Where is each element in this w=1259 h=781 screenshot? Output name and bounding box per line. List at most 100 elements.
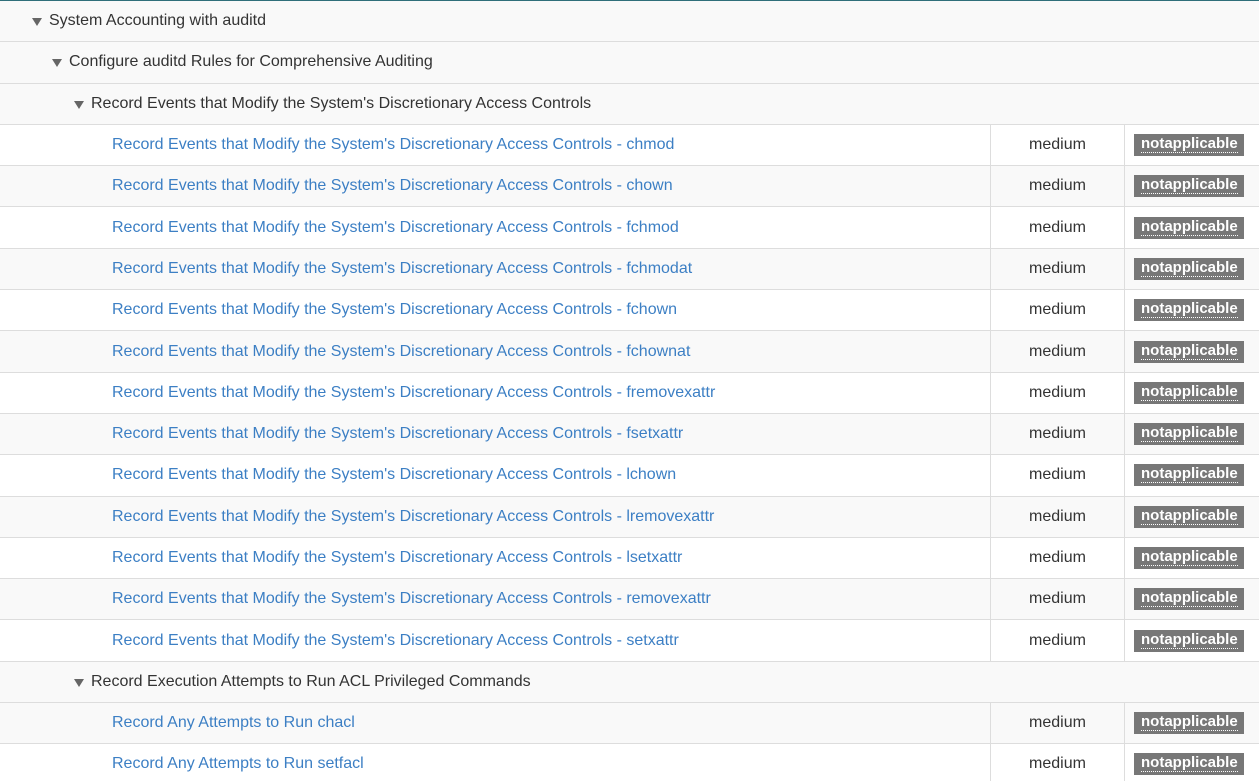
result-badge[interactable]: notapplicable: [1134, 381, 1244, 404]
rule-severity: medium: [991, 496, 1125, 537]
collapse-triangle-icon[interactable]: [32, 18, 42, 27]
collapse-triangle-icon[interactable]: [52, 59, 62, 68]
rule-title-cell: Record Events that Modify the System's D…: [0, 413, 991, 455]
result-badge[interactable]: notapplicable: [1134, 340, 1244, 363]
rule-title-cell: Record Events that Modify the System's D…: [0, 331, 991, 372]
rule-title-cell: Record Events that Modify the System's D…: [0, 124, 991, 166]
result-badge[interactable]: notapplicable: [1134, 712, 1244, 735]
rule-row: Record Events that Modify the System's D…: [0, 166, 1259, 208]
result-badge-label: notapplicable: [1141, 382, 1238, 401]
group-row-acl-privileged-commands[interactable]: Record Execution Attempts to Run ACL Pri…: [0, 661, 1259, 704]
rule-row: Record Events that Modify the System's D…: [0, 207, 1259, 249]
rule-row: Record Events that Modify the System's D…: [0, 496, 1259, 538]
rule-title-cell: Record Events that Modify the System's D…: [0, 620, 991, 661]
rule-result-cell: notapplicable: [1125, 497, 1259, 537]
rule-title-cell: Record Events that Modify the System's D…: [0, 537, 991, 579]
rule-row: Record Events that Modify the System's D…: [0, 620, 1259, 662]
collapse-triangle-icon[interactable]: [74, 678, 84, 687]
rule-row: Record Events that Modify the System's D…: [0, 248, 1259, 291]
rule-title-cell: Record Any Attempts to Run chacl: [0, 703, 991, 744]
rule-severity: medium: [991, 372, 1125, 413]
group-title: Configure auditd Rules for Comprehensive…: [69, 53, 433, 71]
rule-row: Record Events that Modify the System's D…: [0, 124, 1259, 167]
rule-result-cell: notapplicable: [1125, 579, 1259, 619]
rule-title-link[interactable]: Record Events that Modify the System's D…: [112, 632, 679, 650]
rule-severity: medium: [991, 620, 1125, 661]
group-row-system-accounting[interactable]: System Accounting with auditd: [0, 1, 1259, 43]
result-badge-label: notapplicable: [1141, 258, 1238, 277]
rule-severity: medium: [991, 455, 1125, 496]
rule-title-link[interactable]: Record Events that Modify the System's D…: [112, 219, 679, 237]
result-badge-label: notapplicable: [1141, 465, 1238, 484]
rule-title-cell: Record Any Attempts to Run setfacl: [0, 744, 991, 781]
result-badge-label: notapplicable: [1141, 135, 1238, 154]
rule-title-cell: Record Events that Modify the System's D…: [0, 496, 991, 537]
group-row-configure-auditd-rules[interactable]: Configure auditd Rules for Comprehensive…: [0, 42, 1259, 84]
rule-result-cell: notapplicable: [1125, 249, 1259, 289]
rule-title-link[interactable]: Record Any Attempts to Run setfacl: [112, 755, 364, 773]
rule-result-cell: notapplicable: [1125, 620, 1259, 660]
group-title: System Accounting with auditd: [49, 12, 267, 30]
rule-result-cell: notapplicable: [1125, 703, 1259, 743]
rule-result-cell: notapplicable: [1125, 455, 1259, 495]
rule-row: Record Events that Modify the System's D…: [0, 290, 1259, 332]
rule-severity: medium: [991, 703, 1125, 744]
result-badge[interactable]: notapplicable: [1134, 299, 1244, 322]
group-title: Record Execution Attempts to Run ACL Pri…: [91, 672, 531, 690]
result-badge[interactable]: notapplicable: [1134, 629, 1244, 652]
result-badge[interactable]: notapplicable: [1134, 588, 1244, 611]
result-badge-label: notapplicable: [1141, 217, 1238, 236]
rule-result-cell: notapplicable: [1125, 207, 1259, 247]
rule-title-cell: Record Events that Modify the System's D…: [0, 166, 991, 207]
rule-result-cell: notapplicable: [1125, 331, 1259, 371]
result-badge[interactable]: notapplicable: [1134, 505, 1244, 528]
rule-title-cell: Record Events that Modify the System's D…: [0, 579, 991, 620]
rule-row: Record Any Attempts to Run setfacl medium…: [0, 744, 1259, 781]
rule-result-cell: notapplicable: [1125, 125, 1259, 165]
result-badge-label: notapplicable: [1141, 713, 1238, 732]
rule-results-tree: System Accounting with auditd Configure …: [0, 0, 1259, 781]
rule-title-cell: Record Events that Modify the System's D…: [0, 290, 991, 331]
result-badge-label: notapplicable: [1141, 506, 1238, 525]
rule-title-link[interactable]: Record Events that Modify the System's D…: [112, 384, 715, 402]
rule-title-link[interactable]: Record Events that Modify the System's D…: [112, 260, 692, 278]
rule-title-cell: Record Events that Modify the System's D…: [0, 455, 991, 496]
rule-title-link[interactable]: Record Events that Modify the System's D…: [112, 136, 674, 154]
result-badge[interactable]: notapplicable: [1134, 423, 1244, 446]
rule-row: Record Events that Modify the System's D…: [0, 537, 1259, 580]
result-badge[interactable]: notapplicable: [1134, 753, 1244, 776]
rule-title-link[interactable]: Record Events that Modify the System's D…: [112, 301, 677, 319]
rule-row: Record Events that Modify the System's D…: [0, 372, 1259, 414]
rule-row: Record Any Attempts to Run chacl medium no…: [0, 703, 1259, 745]
result-badge[interactable]: notapplicable: [1134, 134, 1244, 157]
rule-title-link[interactable]: Record Events that Modify the System's D…: [112, 177, 673, 195]
result-badge[interactable]: notapplicable: [1134, 464, 1244, 487]
group-row-dac-modifications[interactable]: Record Events that Modify the System's D…: [0, 83, 1259, 125]
result-badge[interactable]: notapplicable: [1134, 175, 1244, 198]
rule-title-link[interactable]: Record Events that Modify the System's D…: [112, 508, 714, 526]
rule-title-link[interactable]: Record Any Attempts to Run chacl: [112, 714, 355, 732]
result-badge[interactable]: notapplicable: [1134, 216, 1244, 239]
result-badge-label: notapplicable: [1141, 300, 1238, 319]
result-badge-label: notapplicable: [1141, 548, 1238, 566]
rule-title-link[interactable]: Record Events that Modify the System's D…: [112, 549, 682, 567]
result-badge[interactable]: notapplicable: [1134, 257, 1244, 280]
rule-result-cell: notapplicable: [1125, 290, 1259, 330]
rule-title-link[interactable]: Record Events that Modify the System's D…: [112, 343, 690, 361]
rule-title-link[interactable]: Record Events that Modify the System's D…: [112, 590, 711, 608]
rule-severity: medium: [991, 413, 1125, 455]
rule-severity: medium: [991, 207, 1125, 248]
group-title: Record Events that Modify the System's D…: [91, 94, 592, 112]
rule-severity: medium: [991, 744, 1125, 781]
result-badge[interactable]: notapplicable: [1134, 547, 1244, 569]
rule-result-cell: notapplicable: [1125, 538, 1259, 578]
rule-title-cell: Record Events that Modify the System's D…: [0, 207, 991, 248]
rule-result-cell: notapplicable: [1125, 414, 1259, 454]
result-badge-label: notapplicable: [1141, 424, 1238, 443]
rule-title-cell: Record Events that Modify the System's D…: [0, 372, 991, 413]
dac-rule-list: Record Events that Modify the System's D…: [0, 124, 1259, 662]
rule-title-link[interactable]: Record Events that Modify the System's D…: [112, 466, 676, 484]
rule-severity: medium: [991, 331, 1125, 372]
collapse-triangle-icon[interactable]: [74, 100, 84, 109]
rule-title-link[interactable]: Record Events that Modify the System's D…: [112, 425, 683, 443]
